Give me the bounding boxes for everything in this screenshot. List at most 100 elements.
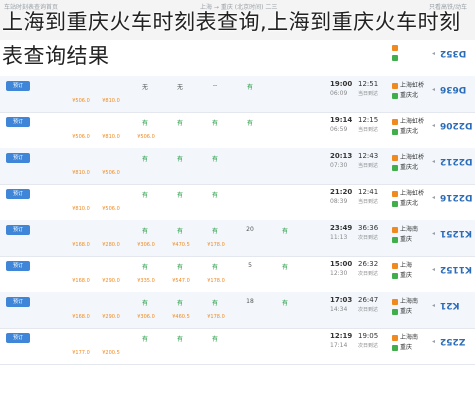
arrival-time: 21:20 <box>330 188 353 196</box>
arrival-station[interactable]: 重庆北 <box>392 90 418 99</box>
expand-arrow-icon[interactable]: ◂ <box>432 86 435 93</box>
duration: 12:41 <box>358 188 379 196</box>
expand-arrow-icon[interactable]: ◂ <box>432 338 435 345</box>
book-button[interactable]: 预订 <box>6 261 30 271</box>
arrival-note: 当日到达 <box>358 91 379 97</box>
end-station-icon <box>392 344 398 351</box>
departure-station[interactable]: 上海南 <box>392 224 418 233</box>
departure-station[interactable]: 上海 <box>392 260 412 269</box>
duration: 12:51 <box>358 80 379 88</box>
departure-station-label: 上海虹桥 <box>400 154 425 161</box>
duration: 36:36 <box>358 224 379 232</box>
expand-arrow-icon[interactable]: ◂ <box>432 302 435 309</box>
start-station-icon <box>392 154 398 161</box>
departure-station-label: 上海南 <box>400 226 419 233</box>
expand-arrow-icon[interactable]: ◂ <box>432 158 435 165</box>
seat-availability: 有 <box>246 84 253 91</box>
departure-station[interactable]: 上海虹桥 <box>392 80 424 89</box>
book-button[interactable]: 预订 <box>6 225 30 235</box>
start-station-icon <box>392 298 398 305</box>
arrival-station[interactable]: 重庆 <box>392 270 412 279</box>
expand-arrow-icon[interactable]: ◂ <box>432 194 435 201</box>
arrival-station[interactable]: 重庆北 <box>392 162 418 171</box>
book-button[interactable]: 预订 <box>6 117 30 127</box>
train-number: D636 <box>440 84 467 94</box>
departure-time: 08:39 <box>330 198 348 205</box>
train-row[interactable]: 预订 有 有 有 18 有 ¥168.0 ¥290.0 ¥306.0 ¥460.5 ¥178.0 17… <box>0 292 475 329</box>
start-station-icon <box>392 190 398 197</box>
arrival-note: 当日到达 <box>358 199 379 205</box>
departure-station[interactable]: 上海南 <box>392 296 418 305</box>
ticket-price: ¥810.0 <box>102 134 120 140</box>
departure-time: 07:30 <box>330 162 348 169</box>
train-row[interactable]: 预订 有 有 有 有 ¥506.0 ¥810.0 ¥506.0 19:14 06:59 12:15 当… <box>0 112 475 149</box>
departure-station[interactable]: 上海南 <box>392 332 418 341</box>
arrival-station[interactable]: 重庆北 <box>392 126 418 135</box>
arrival-station-label: 重庆北 <box>400 92 419 99</box>
seat-availability: 有 <box>176 192 183 199</box>
expand-arrow-icon[interactable]: ◂ <box>432 230 435 237</box>
duration: 12:15 <box>358 116 379 124</box>
arrival-station[interactable]: 重庆 <box>392 306 412 315</box>
ticket-price: ¥168.0 <box>72 278 90 284</box>
train-number: D2212 <box>440 156 473 166</box>
start-station-icon <box>392 118 398 125</box>
duration: 19:05 <box>358 332 379 340</box>
expand-arrow-icon[interactable]: ◂ <box>432 266 435 273</box>
departure-station[interactable]: 上海虹桥 <box>392 188 424 197</box>
book-button[interactable]: 预订 <box>6 333 30 343</box>
arrival-time: 19:00 <box>330 80 353 88</box>
book-button[interactable]: 预订 <box>6 189 30 199</box>
arrival-station[interactable]: 重庆 <box>392 234 412 243</box>
arrival-note: 当日到达 <box>358 127 379 133</box>
end-station-icon <box>392 236 398 243</box>
train-row[interactable]: 预订 有 有 有 ¥810.0 ¥506.0 21:20 08:39 12:41 当日到达 上海虹桥… <box>0 184 475 221</box>
ticket-price: ¥177.0 <box>72 350 90 356</box>
book-button[interactable]: 预订 <box>6 297 30 307</box>
book-button[interactable]: 预订 <box>6 153 30 163</box>
seat-availability: 无 <box>176 84 183 91</box>
departure-station[interactable]: 上海虹桥 <box>392 152 424 161</box>
arrival-time: 19:14 <box>330 116 353 124</box>
end-station-icon <box>392 308 398 315</box>
ticket-price: ¥810.0 <box>72 206 90 212</box>
arrival-station[interactable]: 重庆北 <box>392 198 418 207</box>
expand-arrow-icon[interactable]: ◂ <box>432 122 435 129</box>
departure-station-label: 上海 <box>400 262 413 269</box>
ticket-price: ¥280.0 <box>102 242 120 248</box>
seat-availability: 有 <box>176 336 183 343</box>
start-station-icon <box>392 226 398 233</box>
start-station-icon <box>392 262 398 269</box>
departure-station[interactable]: 上海虹桥 <box>392 116 424 125</box>
seat-availability: 有 <box>211 156 218 163</box>
duration: 12:43 <box>358 152 379 160</box>
departure-time: 14:34 <box>330 306 348 313</box>
departure-time: 17:14 <box>330 342 348 349</box>
book-button[interactable]: 预订 <box>6 81 30 91</box>
duration: 26:47 <box>358 296 379 304</box>
train-row[interactable]: 预订 有 有 有 ¥810.0 ¥506.0 20:13 07:30 12:43 当日到达 上海虹桥… <box>0 148 475 185</box>
train-row[interactable]: 预订 有 有 有 5 有 ¥168.0 ¥290.0 ¥335.0 ¥547.0 ¥178.0 15:… <box>0 256 475 293</box>
arrival-station-label: 重庆 <box>400 236 413 243</box>
ticket-price: ¥506.0 <box>137 134 155 140</box>
train-row[interactable]: 预订 无 无 -- 有 ¥506.0 ¥810.0 19:00 06:09 12:51 当日到达 上海… <box>0 76 475 113</box>
seat-availability: 5 <box>248 262 252 269</box>
seat-availability: 有 <box>281 300 288 307</box>
arrival-station[interactable]: 重庆 <box>392 342 412 351</box>
arrival-station-label: 重庆 <box>400 344 413 351</box>
start-station-icon <box>392 82 398 89</box>
start-station-icon <box>392 334 398 341</box>
timetable-page: 车站时刻表查询首页 上海 → 重庆 (北京时间) 二三 只看高铁/动车 上海到重… <box>0 0 475 400</box>
arrival-station-label: 重庆北 <box>400 164 419 171</box>
arrival-note: 次日到达 <box>358 235 379 241</box>
seat-availability: 有 <box>281 264 288 271</box>
seat-availability: 有 <box>176 264 183 271</box>
seat-availability: 有 <box>211 264 218 271</box>
ticket-price: ¥506.0 <box>72 134 90 140</box>
ticket-price: ¥290.0 <box>102 278 120 284</box>
train-row[interactable]: 预订 有 有 有 ¥177.0 ¥200.5 12:19 17:14 19:05 次日到达 上海南重… <box>0 328 475 365</box>
arrival-time: 20:13 <box>330 152 353 160</box>
end-station-icon <box>392 128 398 135</box>
end-station-icon <box>392 200 398 207</box>
train-row[interactable]: 预订 有 有 有 20 有 ¥168.0 ¥280.0 ¥306.0 ¥470.5 ¥178.0 23… <box>0 220 475 257</box>
